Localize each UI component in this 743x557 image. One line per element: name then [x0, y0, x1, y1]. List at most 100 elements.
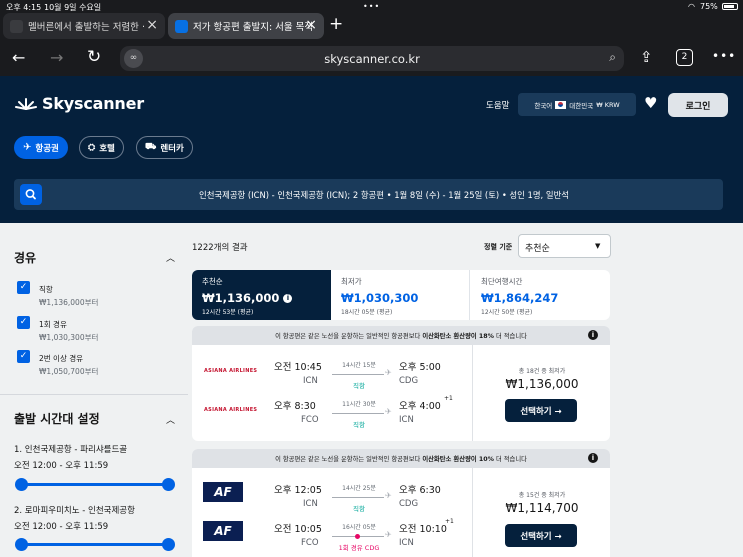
address-bar[interactable]: ∞ skyscanner.co.kr ⌕: [120, 46, 624, 71]
info-icon[interactable]: i: [588, 330, 598, 340]
slider-handle-end[interactable]: [162, 478, 175, 491]
plane-icon: ✈: [385, 491, 392, 500]
sort-tabs: 추천순 ₩1,136,000 i 12시간 53분 (평균) 최저가 ₩1,03…: [192, 270, 610, 320]
tab-price: ₩1,030,300: [341, 291, 419, 305]
search-icon: [25, 189, 36, 200]
wifi-icon: ◠: [688, 2, 695, 11]
back-icon[interactable]: ←: [12, 48, 25, 67]
info-icon[interactable]: i: [283, 294, 293, 303]
tab-count-button[interactable]: 2: [676, 49, 693, 66]
login-button[interactable]: 로그인: [668, 93, 728, 117]
language-label: 한국어: [534, 101, 553, 110]
battery-icon: [722, 3, 738, 10]
next-day: +1: [445, 518, 454, 525]
nav-flights-label: 항공권: [35, 143, 59, 154]
microphone-icon[interactable]: ⌕: [609, 50, 616, 65]
tab-title: 저가 항공편 출발지: 서울 목적: [193, 22, 314, 33]
slider-handle-start[interactable]: [15, 478, 28, 491]
deal-count: 총 18건 중 최저가: [518, 368, 566, 375]
airline-logo: ASIANA AIRLINES: [204, 368, 258, 374]
time-slider-track[interactable]: [21, 483, 168, 486]
eco-banner: 이 항공편은 같은 노선을 운항하는 일반적인 항공편보다 이산화탄소 환산량이…: [192, 326, 610, 345]
close-tab-icon[interactable]: ×: [305, 18, 317, 32]
logo-text: Skyscanner: [42, 94, 144, 113]
eco-text-end: 더 적습니다: [495, 333, 527, 340]
flight-leg-return: AF 오전 10:05 FCO 16시간 05분 ✈ 1회 경유 CDG 오전 …: [192, 512, 470, 557]
stop-price: ₩1,136,000부터: [39, 298, 99, 307]
result-count: 1222개의 결과: [192, 243, 248, 253]
divider: [0, 394, 188, 395]
stop-price: ₩1,030,300부터: [39, 333, 99, 342]
time-slider-track[interactable]: [21, 543, 168, 546]
search-button[interactable]: [20, 184, 42, 205]
results-content: 경유 ︿ ✓ 직항 ₩1,136,000부터 ✓ 1회 경유 ₩1,030,30…: [0, 223, 743, 557]
time-filter-title: 출발 시간대 설정: [14, 412, 100, 426]
nav-car-rental[interactable]: ⛟ 렌터카: [136, 136, 193, 159]
checkbox-direct[interactable]: ✓: [17, 281, 30, 294]
checkbox-two-plus-stops[interactable]: ✓: [17, 350, 30, 363]
checkbox-one-stop[interactable]: ✓: [17, 316, 30, 329]
nav-car-label: 렌터카: [160, 143, 184, 154]
battery-level: 75%: [700, 2, 718, 11]
share-icon[interactable]: ⇪: [640, 48, 653, 66]
forward-icon[interactable]: →: [50, 48, 63, 67]
nav-flights[interactable]: ✈ 항공권: [14, 136, 68, 159]
reload-icon[interactable]: ↻: [87, 47, 101, 67]
plane-icon: ✈: [385, 530, 392, 539]
nav-hotels-label: 호텔: [99, 143, 115, 154]
help-link[interactable]: 도움말: [486, 99, 509, 111]
heart-icon[interactable]: ♥: [644, 94, 657, 112]
price: ₩1,136,000: [505, 377, 579, 391]
search-summary-bar[interactable]: 인천국제공항 (ICN) - 인천국제공항 (ICN); 2 항공편 • 1월 …: [14, 179, 723, 210]
tab-sub: 12시간 53분 (평균): [202, 309, 254, 316]
route-line: [332, 497, 384, 498]
new-tab-icon[interactable]: +: [329, 14, 343, 34]
skyscanner-favicon: [175, 19, 188, 33]
chevron-up-icon[interactable]: ︿: [166, 413, 175, 426]
arrival-time: 오후 6:30: [399, 485, 441, 496]
eco-text-end: 더 적습니다: [495, 456, 527, 463]
currency-label: ₩ KRW: [596, 100, 620, 109]
route-name: 2. 로마피우미치노 - 인천국제공항: [14, 506, 135, 516]
tab-title: 멜버른에서 출발하는 저렴한 ·: [28, 22, 145, 33]
privacy-icon[interactable]: ∞: [124, 49, 143, 68]
eco-text: 이 항공편은 같은 노선을 운항하는 일반적인 항공편보다: [275, 456, 421, 463]
eco-highlight: 이산화탄소 환산량이 10%: [422, 456, 494, 463]
flight-result-card[interactable]: 이 항공편은 같은 노선을 운항하는 일반적인 항공편보다 이산화탄소 환산량이…: [192, 326, 610, 441]
sort-select[interactable]: 추천순 ▼: [518, 234, 611, 258]
tab-price: ₩1,136,000: [202, 291, 280, 305]
tab-best[interactable]: 추천순 ₩1,136,000 i 12시간 53분 (평균): [192, 270, 331, 320]
stop-dot: [355, 534, 360, 539]
tab-label: 추천순: [202, 277, 223, 286]
tab-cheapest[interactable]: 최저가 ₩1,030,300 18시간 05분 (평균): [331, 270, 470, 320]
chevron-up-icon[interactable]: ︿: [166, 251, 175, 264]
select-button[interactable]: 선택하기 →: [505, 399, 577, 422]
deal-count: 총 15건 중 최저가: [518, 492, 566, 499]
tab-fastest[interactable]: 최단여행시간 ₩1,864,247 12시간 50분 (평균): [471, 270, 610, 320]
arrival-airport: CDG: [399, 376, 419, 386]
arrival-airport: ICN: [399, 538, 414, 548]
select-button[interactable]: 선택하기 →: [505, 524, 577, 547]
info-icon[interactable]: i: [588, 453, 598, 463]
arrival-time: 오전 10:10: [399, 524, 447, 535]
flight-result-card[interactable]: 이 항공편은 같은 노선을 운항하는 일반적인 항공편보다 이산화탄소 환산량이…: [192, 449, 610, 557]
duration: 14시간 25분: [342, 485, 376, 492]
close-tab-icon[interactable]: ×: [146, 18, 158, 32]
locale-button[interactable]: 한국어 대한민국 ₩ KRW: [518, 93, 636, 116]
browser-tab-2[interactable]: 저가 항공편 출발지: 서울 목적 ×: [168, 13, 324, 39]
url-text: skyscanner.co.kr: [324, 51, 420, 66]
tab-label: 최저가: [341, 277, 362, 286]
plane-icon: ✈: [385, 407, 392, 416]
browser-tab-1[interactable]: 멜버른에서 출발하는 저렴한 · ×: [3, 13, 165, 39]
more-menu-icon[interactable]: •••: [712, 49, 736, 63]
slider-handle-end[interactable]: [162, 538, 175, 551]
departure-time: 오전 10:05: [274, 524, 322, 535]
eco-banner: 이 항공편은 같은 노선을 운항하는 일반적인 항공편보다 이산화탄소 환산량이…: [192, 449, 610, 468]
airline-logo: ASIANA AIRLINES: [204, 407, 258, 413]
nav-hotels[interactable]: ⛭ 호텔: [79, 136, 124, 159]
slider-handle-start[interactable]: [15, 538, 28, 551]
sort-label: 정렬 기준: [484, 243, 513, 251]
skyscanner-logo[interactable]: Skyscanner: [15, 94, 144, 113]
departure-airport: ICN: [303, 499, 318, 509]
departure-time: 오전 10:45: [274, 362, 322, 373]
